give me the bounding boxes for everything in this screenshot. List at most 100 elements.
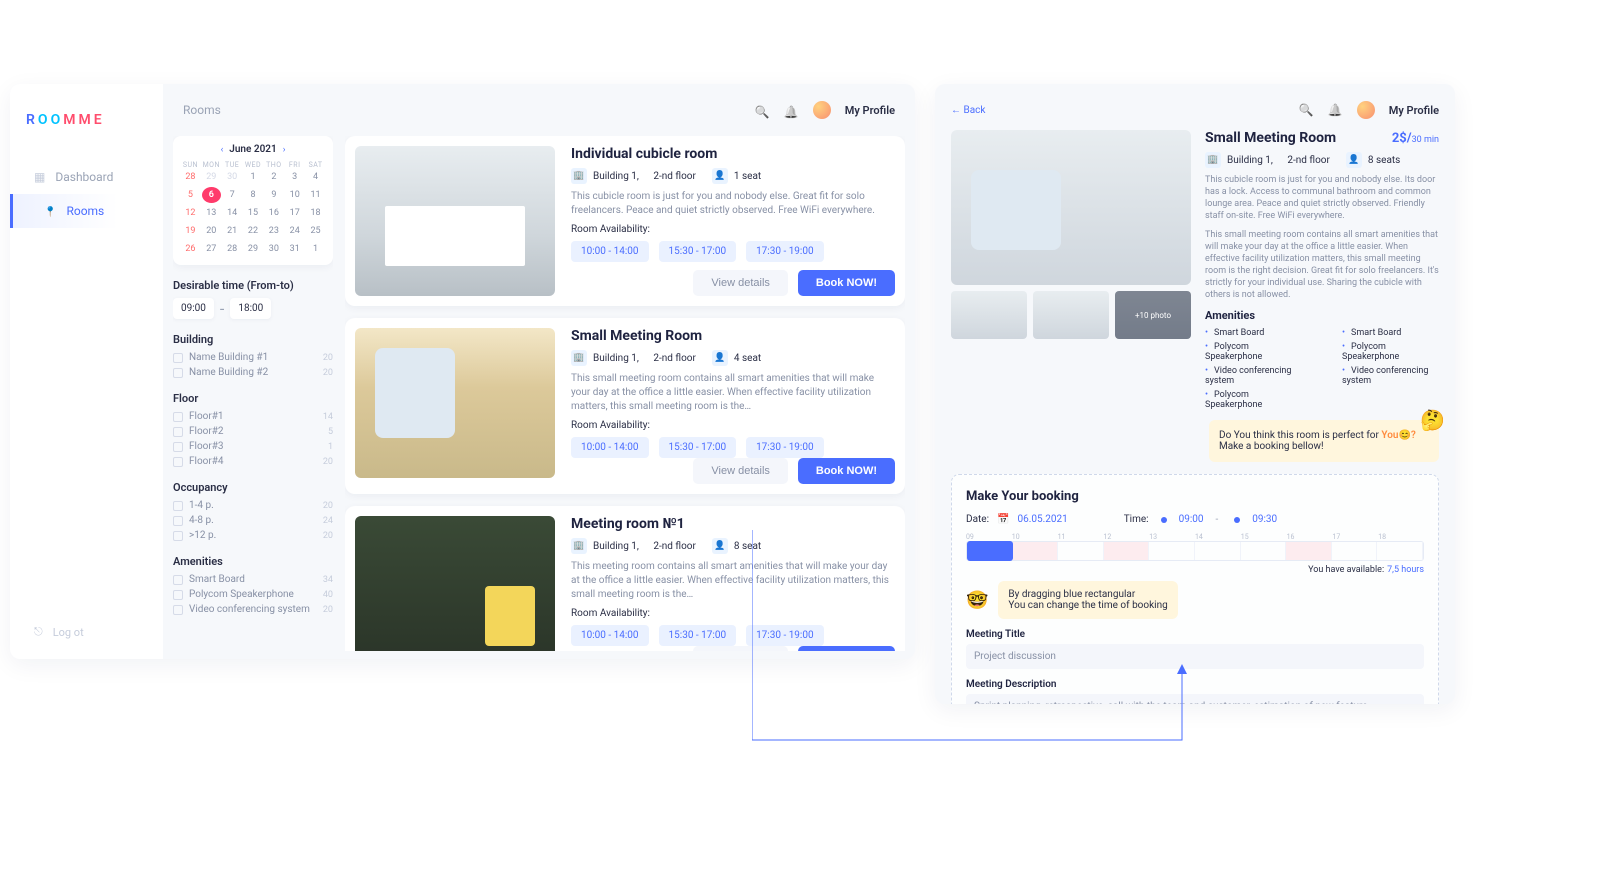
view-details-button[interactable]: View details <box>693 646 788 651</box>
avatar[interactable] <box>1357 101 1375 119</box>
filter-row[interactable]: Polycom Speakerphone40 <box>173 589 333 600</box>
availability-slot[interactable]: 17:30 - 19:00 <box>746 437 824 458</box>
view-details-button[interactable]: View details <box>693 270 788 296</box>
availability-slot[interactable]: 17:30 - 19:00 <box>746 241 824 262</box>
meeting-desc-input[interactable]: Sprint planning, retrospective, call wit… <box>966 694 1424 704</box>
calendar-day[interactable]: 23 <box>264 223 283 239</box>
calendar-day[interactable]: 21 <box>223 223 242 239</box>
calendar-day[interactable]: 18 <box>306 205 325 221</box>
filter-row[interactable]: Name Building #220 <box>173 367 333 378</box>
checkbox[interactable] <box>173 412 183 422</box>
time-to-chip[interactable]: 18:00 <box>230 298 271 319</box>
filter-row[interactable]: Floor#420 <box>173 456 333 467</box>
calendar-day[interactable]: 26 <box>181 241 200 257</box>
timeline-cell[interactable] <box>1058 542 1104 560</box>
checkbox[interactable] <box>173 605 183 615</box>
timeline-cell[interactable] <box>1332 542 1378 560</box>
calendar-day[interactable]: 1 <box>306 241 325 257</box>
checkbox[interactable] <box>173 353 183 363</box>
filter-row[interactable]: Floor#25 <box>173 426 333 437</box>
timeline-selection[interactable] <box>967 541 1013 561</box>
booking-timeline[interactable]: 09101112131415161718 You have available:… <box>966 533 1424 575</box>
meeting-title-input[interactable]: Project discussion <box>966 644 1424 669</box>
time-from-chip[interactable]: 09:00 <box>173 298 214 319</box>
date-value[interactable]: 06.05.2021 <box>1017 514 1067 525</box>
calendar-day[interactable]: 13 <box>202 205 221 221</box>
calendar-day[interactable]: 17 <box>285 205 304 221</box>
filter-row[interactable]: 4-8 p.24 <box>173 515 333 526</box>
thumb-more[interactable] <box>1115 291 1191 339</box>
calendar[interactable]: ‹ June 2021 › SUNMONTUEWEDTHOFRISAT 2829… <box>173 136 333 265</box>
checkbox[interactable] <box>173 531 183 541</box>
calendar-day[interactable]: 14 <box>223 205 242 221</box>
availability-slot[interactable]: 10:00 - 14:00 <box>571 437 649 458</box>
timeline-cell[interactable] <box>1013 542 1059 560</box>
timeline-cell[interactable] <box>1104 542 1150 560</box>
calendar-day[interactable]: 8 <box>244 187 263 203</box>
calendar-day[interactable]: 31 <box>285 241 304 257</box>
calendar-day[interactable]: 20 <box>202 223 221 239</box>
calendar-day[interactable]: 6 <box>202 187 221 203</box>
availability-slot[interactable]: 17:30 - 19:00 <box>746 625 824 646</box>
search-icon[interactable] <box>1299 103 1314 117</box>
notifications-icon[interactable] <box>1328 103 1343 117</box>
calendar-day[interactable]: 12 <box>181 205 200 221</box>
filter-row[interactable]: >12 p.20 <box>173 530 333 541</box>
back-link[interactable]: ← Back <box>951 105 985 116</box>
profile-link[interactable]: My Profile <box>845 104 895 117</box>
calendar-day[interactable]: 5 <box>181 187 200 203</box>
filter-row[interactable]: Floor#31 <box>173 441 333 452</box>
cal-next-icon[interactable]: › <box>283 145 286 155</box>
checkbox[interactable] <box>173 516 183 526</box>
calendar-day[interactable]: 27 <box>202 241 221 257</box>
nav-rooms[interactable]: Rooms <box>10 194 163 228</box>
book-now-button[interactable]: Book NOW! <box>798 458 895 484</box>
calendar-day[interactable]: 9 <box>264 187 283 203</box>
timeline-cell[interactable] <box>1195 542 1241 560</box>
time-from-value[interactable]: 09:00 <box>1179 514 1204 525</box>
calendar-day[interactable]: 7 <box>223 187 242 203</box>
calendar-day[interactable]: 30 <box>264 241 283 257</box>
logout-link[interactable]: ⎋ Log ot <box>34 625 84 639</box>
calendar-day[interactable]: 15 <box>244 205 263 221</box>
timeline-cell[interactable] <box>1149 542 1195 560</box>
timeline-cell[interactable] <box>1286 542 1332 560</box>
book-now-button[interactable]: Book NOW! <box>798 646 895 651</box>
thumb-2[interactable] <box>1033 291 1109 339</box>
calendar-day[interactable]: 16 <box>264 205 283 221</box>
timeline-cell[interactable] <box>1241 542 1287 560</box>
nav-dashboard[interactable]: Dashboard <box>10 160 163 194</box>
checkbox[interactable] <box>173 501 183 511</box>
availability-slot[interactable]: 15:30 - 17:00 <box>659 241 737 262</box>
checkbox[interactable] <box>173 368 183 378</box>
calendar-day[interactable]: 28 <box>223 241 242 257</box>
cal-prev-icon[interactable]: ‹ <box>221 145 224 155</box>
availability-slot[interactable]: 10:00 - 14:00 <box>571 625 649 646</box>
checkbox[interactable] <box>173 442 183 452</box>
checkbox[interactable] <box>173 457 183 467</box>
search-icon[interactable] <box>755 101 770 120</box>
calendar-day[interactable]: 10 <box>285 187 304 203</box>
notifications-icon[interactable] <box>784 101 799 120</box>
book-now-button[interactable]: Book NOW! <box>798 270 895 296</box>
availability-slot[interactable]: 15:30 - 17:00 <box>659 437 737 458</box>
filter-row[interactable]: Video conferencing system20 <box>173 604 333 615</box>
filter-row[interactable]: Name Building #120 <box>173 352 333 363</box>
calendar-day[interactable]: 24 <box>285 223 304 239</box>
checkbox[interactable] <box>173 590 183 600</box>
timeline-cell[interactable] <box>1377 542 1423 560</box>
availability-slot[interactable]: 10:00 - 14:00 <box>571 241 649 262</box>
calendar-day[interactable]: 22 <box>244 223 263 239</box>
calendar-day[interactable]: 25 <box>306 223 325 239</box>
view-details-button[interactable]: View details <box>693 458 788 484</box>
time-to-value[interactable]: 09:30 <box>1252 514 1277 525</box>
profile-link[interactable]: My Profile <box>1389 104 1439 117</box>
calendar-day[interactable]: 19 <box>181 223 200 239</box>
availability-slot[interactable]: 15:30 - 17:00 <box>659 625 737 646</box>
calendar-day[interactable]: 11 <box>306 187 325 203</box>
filter-row[interactable]: 1-4 p.20 <box>173 500 333 511</box>
calendar-day[interactable]: 29 <box>244 241 263 257</box>
checkbox[interactable] <box>173 575 183 585</box>
checkbox[interactable] <box>173 427 183 437</box>
filter-row[interactable]: Floor#114 <box>173 411 333 422</box>
